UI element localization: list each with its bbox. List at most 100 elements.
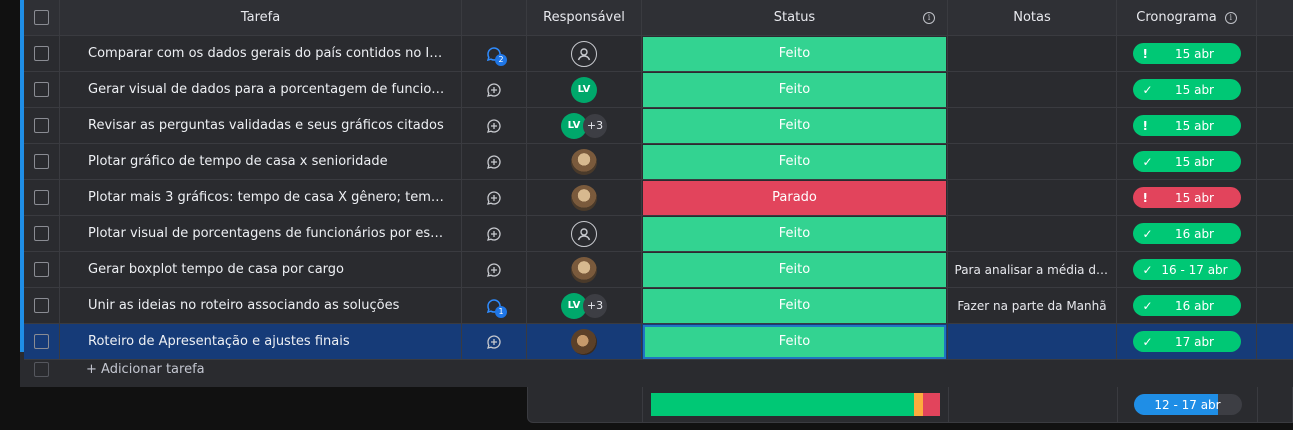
task-name[interactable]: Comparar com os dados gerais do país con… — [88, 46, 448, 61]
timeline-cell[interactable]: ✓ 16 - 17 abr — [1117, 252, 1257, 287]
timeline-cell[interactable]: ✓ 16 abr — [1117, 288, 1257, 323]
timeline-cell[interactable]: ✓ 15 abr — [1117, 72, 1257, 107]
task-cell[interactable]: Plotar gráfico de tempo de casa x senior… — [60, 144, 462, 179]
task-name[interactable]: Plotar gráfico de tempo de casa x senior… — [88, 154, 388, 169]
notes-cell[interactable] — [948, 180, 1117, 215]
updates-cell[interactable]: 2 — [462, 36, 527, 71]
status-segment-working[interactable] — [914, 393, 924, 416]
add-update-icon[interactable] — [485, 261, 503, 279]
empty-person-icon[interactable] — [571, 40, 597, 67]
conversation-icon[interactable]: 1 — [485, 297, 507, 318]
task-name[interactable]: Unir as ideias no roteiro associando as … — [88, 298, 399, 313]
row-checkbox[interactable] — [34, 226, 49, 241]
status-label[interactable]: Feito — [643, 216, 946, 251]
row-select[interactable] — [24, 216, 60, 251]
notes-cell[interactable]: Para analisar a média de ... — [948, 252, 1117, 287]
conversation-icon[interactable]: 2 — [485, 45, 507, 66]
info-icon[interactable]: i — [1224, 11, 1237, 24]
task-name[interactable]: Gerar boxplot tempo de casa por cargo — [88, 262, 344, 277]
header-notes[interactable]: Notas — [948, 0, 1117, 35]
row-checkbox[interactable] — [34, 262, 49, 277]
add-update-icon[interactable] — [485, 81, 503, 99]
add-task-row[interactable]: + Adicionar tarefa — [24, 352, 1293, 387]
timeline-pill[interactable]: ✓ 17 abr — [1132, 331, 1241, 352]
status-segment-feito[interactable] — [650, 393, 915, 416]
table-row[interactable]: Plotar gráfico de tempo de casa x senior… — [24, 144, 1293, 180]
timeline-cell[interactable]: ✓ 16 abr — [1117, 216, 1257, 251]
responsible-cell[interactable]: LV +3 — [527, 108, 642, 143]
avatar[interactable]: LV — [571, 76, 597, 103]
extra-people-count[interactable]: +3 — [583, 113, 607, 138]
table-row[interactable]: Gerar visual de dados para a porcentagem… — [24, 72, 1293, 108]
notes-cell[interactable]: Fazer na parte da Manhã — [948, 288, 1117, 323]
responsible-cell[interactable]: LV — [527, 72, 642, 107]
status-cell[interactable]: Parado — [642, 180, 948, 215]
add-update-icon[interactable] — [485, 117, 503, 135]
add-update-icon[interactable] — [485, 333, 503, 351]
responsible-cell[interactable]: LV +3 — [527, 288, 642, 323]
timeline-cell[interactable]: ! 15 abr — [1117, 108, 1257, 143]
table-row[interactable]: Gerar boxplot tempo de casa por cargo Fei… — [24, 252, 1293, 288]
task-cell[interactable]: Gerar visual de dados para a porcentagem… — [60, 72, 462, 107]
task-cell[interactable]: Revisar as perguntas validadas e seus gr… — [60, 108, 462, 143]
task-cell[interactable]: Comparar com os dados gerais do país con… — [60, 36, 462, 71]
header-status[interactable]: Status i — [642, 0, 948, 35]
row-checkbox[interactable] — [34, 190, 49, 205]
updates-cell[interactable] — [462, 72, 527, 107]
updates-cell[interactable] — [462, 252, 527, 287]
status-cell[interactable]: Feito — [642, 72, 948, 107]
responsible-cell[interactable] — [527, 216, 642, 251]
task-name[interactable]: Revisar as perguntas validadas e seus gr… — [88, 118, 444, 133]
row-select[interactable] — [24, 252, 60, 287]
header-responsible[interactable]: Responsável — [527, 0, 642, 35]
task-cell[interactable]: Plotar mais 3 gráficos: tempo de casa X … — [60, 180, 462, 215]
status-segment-parado[interactable] — [923, 393, 941, 416]
avatar[interactable] — [571, 148, 597, 175]
add-task-input[interactable]: + Adicionar tarefa — [86, 362, 205, 377]
row-checkbox[interactable] — [34, 334, 49, 349]
header-timeline[interactable]: Cronograma i — [1117, 0, 1257, 35]
status-label[interactable]: Parado — [643, 180, 946, 215]
status-cell[interactable]: Feito — [642, 36, 948, 71]
timeline-pill[interactable]: ✓ 16 - 17 abr — [1132, 259, 1241, 280]
timeline-cell[interactable]: ! 15 abr — [1117, 180, 1257, 215]
responsible-cell[interactable] — [527, 144, 642, 179]
timeline-pill[interactable]: ✓ 16 abr — [1132, 223, 1241, 244]
header-select-all[interactable] — [24, 0, 60, 35]
avatar[interactable] — [571, 184, 597, 211]
status-label[interactable]: Feito — [643, 144, 946, 179]
row-checkbox[interactable] — [34, 82, 49, 97]
updates-cell[interactable] — [462, 108, 527, 143]
row-checkbox[interactable] — [34, 46, 49, 61]
avatar[interactable] — [571, 328, 597, 355]
status-cell[interactable]: Feito — [642, 216, 948, 251]
extra-people-count[interactable]: +3 — [583, 293, 607, 318]
info-icon[interactable]: i — [923, 11, 935, 24]
status-distribution-bar[interactable] — [650, 393, 941, 416]
notes-cell[interactable] — [948, 72, 1117, 107]
responsible-cell[interactable] — [527, 36, 642, 71]
task-name[interactable]: Plotar mais 3 gráficos: tempo de casa X … — [88, 190, 448, 205]
row-checkbox[interactable] — [34, 298, 49, 313]
add-update-icon[interactable] — [485, 189, 503, 207]
timeline-pill[interactable]: ! 15 abr — [1132, 187, 1241, 208]
row-select[interactable] — [24, 36, 60, 71]
timeline-pill[interactable]: ✓ 15 abr — [1132, 151, 1241, 172]
status-cell[interactable]: Feito — [642, 288, 948, 323]
table-row[interactable]: Revisar as perguntas validadas e seus gr… — [24, 108, 1293, 144]
status-label[interactable]: Feito — [643, 108, 946, 143]
table-row[interactable]: Unir as ideias no roteiro associando as … — [24, 288, 1293, 324]
table-row[interactable]: Plotar visual de porcentagens de funcion… — [24, 216, 1293, 252]
notes-cell[interactable] — [948, 36, 1117, 71]
updates-cell[interactable] — [462, 144, 527, 179]
timeline-pill[interactable]: ! 15 abr — [1132, 43, 1241, 64]
notes-cell[interactable] — [948, 144, 1117, 179]
row-select[interactable] — [24, 288, 60, 323]
empty-person-icon[interactable] — [571, 220, 597, 247]
status-cell[interactable]: Feito — [642, 108, 948, 143]
status-cell[interactable]: Feito — [642, 252, 948, 287]
status-label[interactable]: Feito — [643, 252, 946, 287]
task-cell[interactable]: Gerar boxplot tempo de casa por cargo — [60, 252, 462, 287]
row-checkbox[interactable] — [34, 118, 49, 133]
add-update-icon[interactable] — [485, 153, 503, 171]
